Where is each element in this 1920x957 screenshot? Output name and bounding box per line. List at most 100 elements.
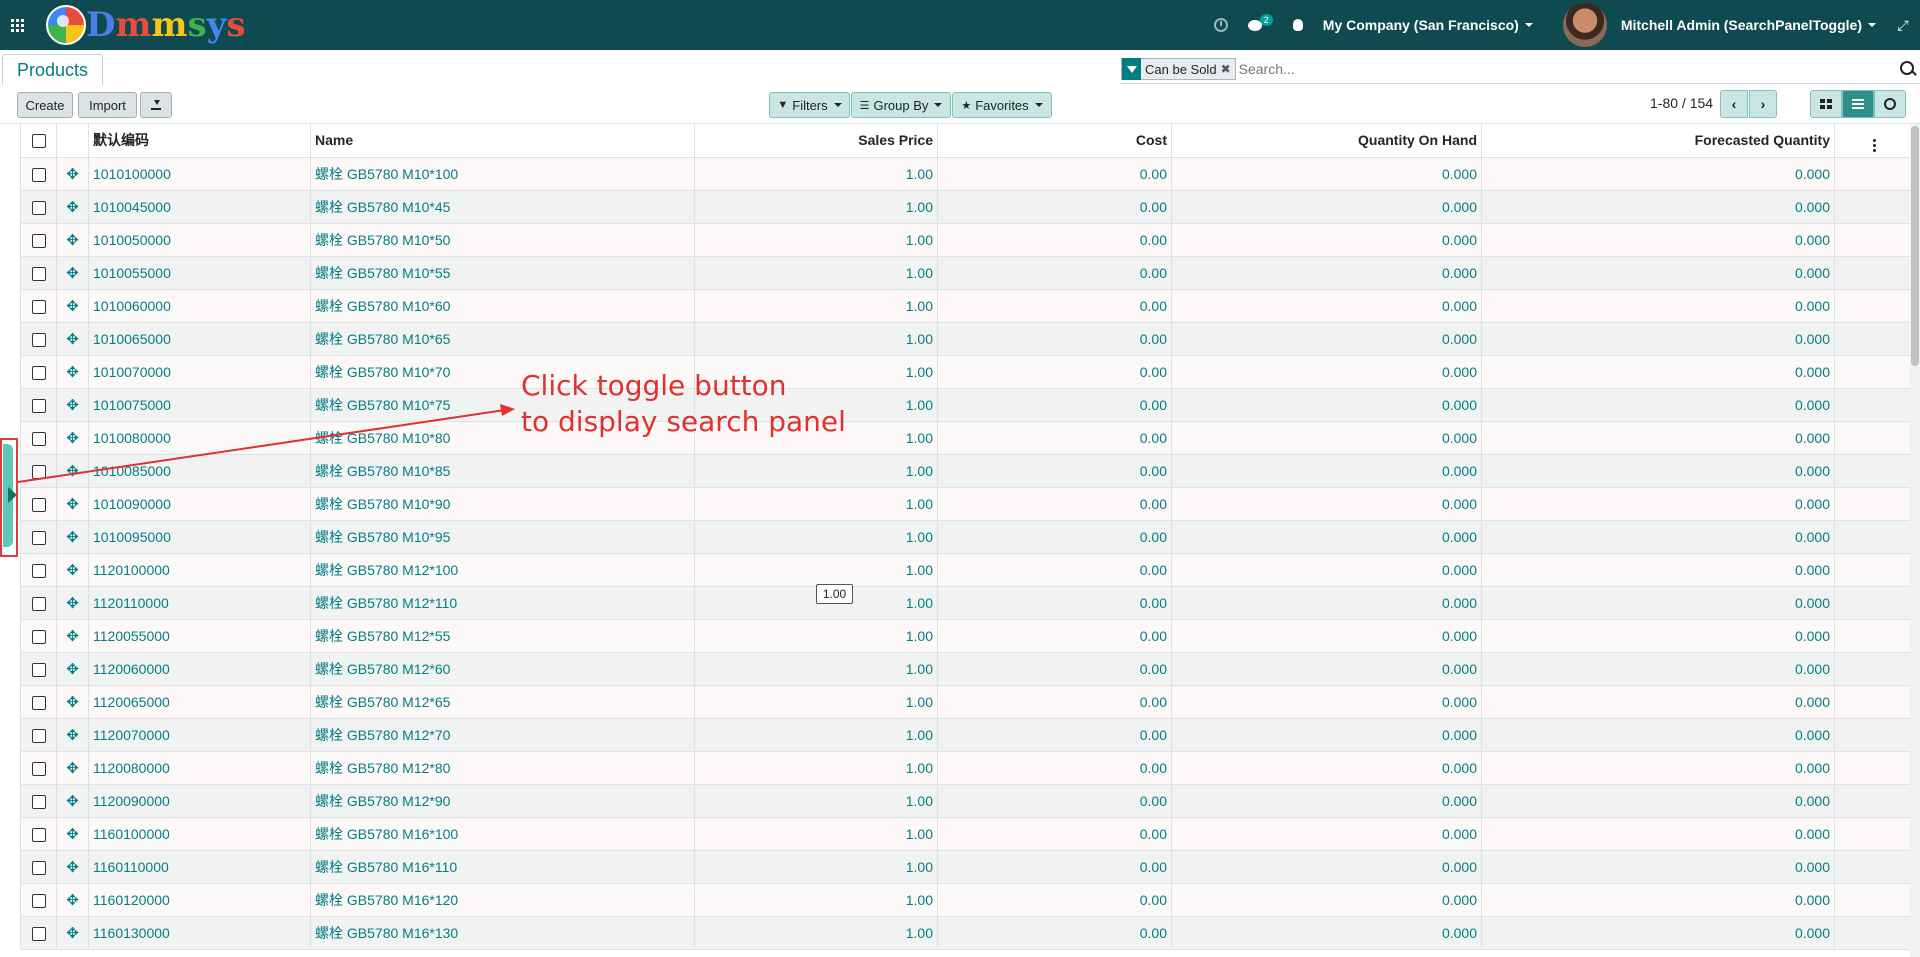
cell-name[interactable]: 螺栓 GB5780 M12*70 (310, 717, 695, 752)
drag-handle-cell[interactable]: ✥ (56, 156, 89, 191)
drag-handle-icon[interactable]: ✥ (66, 528, 79, 546)
import-button[interactable]: Import (78, 92, 137, 118)
drag-handle-cell[interactable]: ✥ (56, 882, 89, 917)
row-select-cell[interactable] (20, 354, 57, 389)
cell-qty-on-hand[interactable]: 0.000 (1171, 552, 1482, 587)
row-checkbox[interactable] (31, 827, 46, 842)
cell-cost[interactable]: 0.00 (937, 915, 1172, 950)
drag-handle-cell[interactable]: ✥ (56, 585, 89, 620)
drag-handle-icon[interactable]: ✥ (66, 594, 79, 612)
cell-code[interactable]: 1160120000 (88, 882, 311, 917)
cell-cost[interactable]: 0.00 (937, 156, 1172, 191)
drag-handle-cell[interactable]: ✥ (56, 222, 89, 257)
row-checkbox[interactable] (31, 596, 46, 611)
cell-code[interactable]: 1160130000 (88, 915, 311, 950)
column-header-name[interactable]: Name (310, 124, 695, 158)
cell-qty-on-hand[interactable]: 0.000 (1171, 189, 1482, 224)
row-select-cell[interactable] (20, 453, 57, 488)
cell-sales-price[interactable]: 1.00 (694, 189, 938, 224)
drag-handle-icon[interactable]: ✥ (66, 924, 79, 942)
drag-handle-icon[interactable]: ✥ (66, 825, 79, 843)
cell-qty-on-hand[interactable]: 0.000 (1171, 783, 1482, 818)
drag-handle-icon[interactable]: ✥ (66, 264, 79, 282)
cell-name[interactable]: 螺栓 GB5780 M16*120 (310, 882, 695, 917)
cell-sales-price[interactable]: 1.00 (694, 783, 938, 818)
cell-sales-price[interactable]: 1.00 (694, 486, 938, 521)
table-row[interactable]: ✥ 1120065000 螺栓 GB5780 M12*65 1.00 0.00 0.000… (20, 684, 1910, 719)
cell-sales-price[interactable]: 1.00 (694, 519, 938, 554)
row-checkbox[interactable] (31, 761, 46, 776)
row-select-cell[interactable] (20, 783, 57, 818)
cell-sales-price[interactable]: 1.00 (694, 717, 938, 752)
cell-sales-price[interactable]: 1.00 (694, 618, 938, 653)
table-row[interactable]: ✥ 1120070000 螺栓 GB5780 M12*70 1.00 0.00 0.000… (20, 717, 1910, 752)
cell-cost[interactable]: 0.00 (937, 354, 1172, 389)
cell-qty-on-hand[interactable]: 0.000 (1171, 486, 1482, 521)
cell-sales-price[interactable]: 1.00 (694, 750, 938, 785)
drag-handle-cell[interactable]: ✥ (56, 651, 89, 686)
row-select-cell[interactable] (20, 816, 57, 851)
drag-handle-icon[interactable]: ✥ (66, 759, 79, 777)
drag-handle-icon[interactable]: ✥ (66, 792, 79, 810)
cell-qty-on-hand[interactable]: 0.000 (1171, 453, 1482, 488)
drag-handle-icon[interactable]: ✥ (66, 231, 79, 249)
drag-handle-cell[interactable]: ✥ (56, 717, 89, 752)
cell-name[interactable]: 螺栓 GB5780 M16*130 (310, 915, 695, 950)
cell-code[interactable]: 1010065000 (88, 321, 311, 356)
cell-forecasted-qty[interactable]: 0.000 (1481, 354, 1835, 389)
cell-qty-on-hand[interactable]: 0.000 (1171, 387, 1482, 422)
row-checkbox[interactable] (31, 266, 46, 281)
drag-handle-cell[interactable]: ✥ (56, 387, 89, 422)
cell-forecasted-qty[interactable]: 0.000 (1481, 288, 1835, 323)
cell-code[interactable]: 1010080000 (88, 420, 311, 455)
cell-cost[interactable]: 0.00 (937, 453, 1172, 488)
cell-cost[interactable]: 0.00 (937, 651, 1172, 686)
cell-sales-price[interactable]: 1.00 (694, 882, 938, 917)
cell-cost[interactable]: 0.00 (937, 420, 1172, 455)
column-header-sales-price[interactable]: Sales Price (694, 124, 938, 158)
cell-forecasted-qty[interactable]: 0.000 (1481, 750, 1835, 785)
cell-forecasted-qty[interactable]: 0.000 (1481, 519, 1835, 554)
cell-cost[interactable]: 0.00 (937, 750, 1172, 785)
cell-forecasted-qty[interactable]: 0.000 (1481, 783, 1835, 818)
row-select-cell[interactable] (20, 321, 57, 356)
row-checkbox[interactable] (31, 794, 46, 809)
cell-sales-price[interactable]: 1.00 (694, 288, 938, 323)
pager-previous-button[interactable]: ‹ (1720, 90, 1748, 118)
filters-button[interactable]: ▼ Filters (769, 92, 850, 118)
row-checkbox[interactable] (31, 695, 46, 710)
drag-handle-icon[interactable]: ✥ (66, 660, 79, 678)
table-row[interactable]: ✥ 1010050000 螺栓 GB5780 M10*50 1.00 0.00 0.000… (20, 222, 1910, 257)
drag-handle-cell[interactable]: ✥ (56, 816, 89, 851)
table-row[interactable]: ✥ 1010085000 螺栓 GB5780 M10*85 1.00 0.00 0.000… (20, 453, 1910, 488)
cell-cost[interactable]: 0.00 (937, 783, 1172, 818)
cell-sales-price[interactable]: 1.00 (694, 255, 938, 290)
cell-cost[interactable]: 0.00 (937, 618, 1172, 653)
row-select-cell[interactable] (20, 420, 57, 455)
row-checkbox[interactable] (31, 365, 46, 380)
row-checkbox[interactable] (31, 893, 46, 908)
breadcrumb[interactable]: Products (2, 54, 104, 85)
cell-cost[interactable]: 0.00 (937, 684, 1172, 719)
cell-code[interactable]: 1160100000 (88, 816, 311, 851)
drag-handle-cell[interactable]: ✥ (56, 684, 89, 719)
cell-cost[interactable]: 0.00 (937, 552, 1172, 587)
drag-handle-cell[interactable]: ✥ (56, 453, 89, 488)
row-checkbox[interactable] (31, 728, 46, 743)
row-select-cell[interactable] (20, 387, 57, 422)
select-all-checkbox[interactable] (31, 134, 46, 149)
cell-cost[interactable]: 0.00 (937, 222, 1172, 257)
favorites-button[interactable]: ★ Favorites (952, 92, 1052, 118)
row-checkbox[interactable] (31, 563, 46, 578)
pager-value[interactable]: 1-80 / 154 (1650, 95, 1713, 111)
cell-code[interactable]: 1010060000 (88, 288, 311, 323)
drag-handle-cell[interactable]: ✥ (56, 750, 89, 785)
table-row[interactable]: ✥ 1010055000 螺栓 GB5780 M10*55 1.00 0.00 0.000… (20, 255, 1910, 290)
table-row[interactable]: ✥ 1010075000 螺栓 GB5780 M10*75 1.00 0.00 0.000… (20, 387, 1910, 422)
drag-handle-icon[interactable]: ✥ (66, 297, 79, 315)
cell-code[interactable]: 1120090000 (88, 783, 311, 818)
cell-qty-on-hand[interactable]: 0.000 (1171, 288, 1482, 323)
cell-code[interactable]: 1010100000 (88, 156, 311, 191)
cell-code[interactable]: 1010070000 (88, 354, 311, 389)
cell-code[interactable]: 1010055000 (88, 255, 311, 290)
